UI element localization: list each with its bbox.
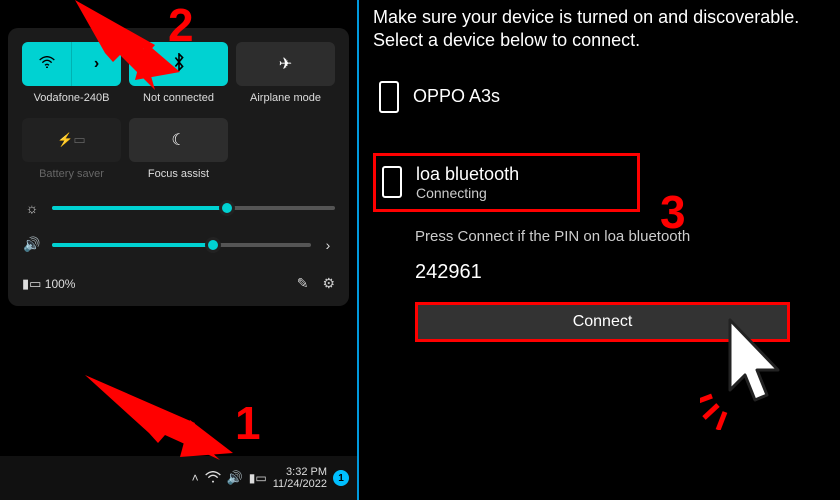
pin-prompt: Press Connect if the PIN on loa bluetoot… [415,228,830,245]
chevron-right-icon[interactable]: › [321,237,335,253]
airplane-icon: ✈ [279,54,292,74]
device-item-loa-bluetooth[interactable]: loa bluetooth Connecting [373,153,640,212]
battery-icon: ▮▭ [22,276,41,291]
airplane-label: Airplane mode [236,92,335,104]
battery-status: ▮▭ 100% [22,276,75,292]
wifi-label: Vodafone-240B [22,92,121,104]
tray-clock[interactable]: 3:32 PM 11/24/2022 [273,466,327,490]
red-arrow-1 [85,365,245,465]
tray-chevron-up-icon[interactable]: ˄ [192,471,199,485]
tray-volume-icon[interactable]: 🔊 [227,470,243,486]
airplane-tile[interactable]: ✈ [236,42,335,86]
annotation-step-2: 2 [168,0,194,52]
tray-battery-icon[interactable]: ▮▭ [249,471,267,485]
battery-saver-icon: ⚡▭ [57,132,85,148]
battery-saver-label: Battery saver [22,168,121,180]
battery-saver-tile: ⚡▭ [22,118,121,162]
brightness-slider[interactable]: ☼ [22,200,335,216]
volume-slider[interactable]: 🔊 › [22,236,335,253]
focus-assist-label: Focus assist [129,168,228,180]
brightness-icon: ☼ [22,200,42,216]
notification-badge[interactable]: 1 [333,470,349,486]
phone-icon [382,166,402,198]
edit-icon[interactable]: ✎ [297,275,309,292]
red-arrow-2 [35,0,185,90]
annotation-step-1: 1 [235,396,261,450]
annotation-step-3: 3 [660,185,686,239]
focus-assist-tile[interactable]: ☾ [129,118,228,162]
instruction-text: Make sure your device is turned on and d… [373,6,830,53]
phone-icon [379,81,399,113]
volume-icon: 🔊 [22,236,42,253]
cursor-pointer [700,310,790,430]
moon-icon: ☾ [171,130,185,150]
settings-icon[interactable]: ⚙ [322,275,335,292]
pin-code: 242961 [415,261,830,284]
tray-wifi-icon[interactable] [205,471,221,486]
bluetooth-label: Not connected [129,92,228,104]
device-item-oppo[interactable]: OPPO A3s [373,73,830,121]
